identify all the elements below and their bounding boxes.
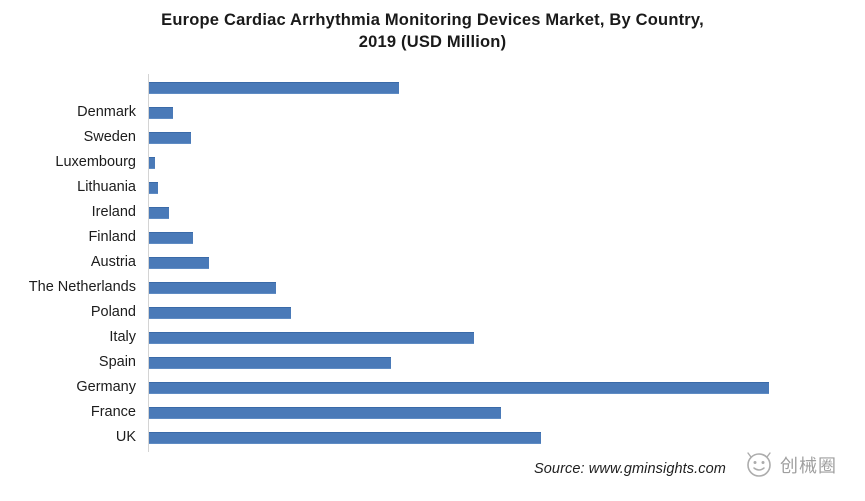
bar[interactable]	[149, 381, 769, 394]
category-label: Germany	[76, 379, 136, 395]
bar-row: Lithuania	[0, 175, 865, 200]
category-label	[0, 75, 136, 100]
category-label: Sweden	[83, 129, 136, 145]
category-label: Finland	[88, 229, 136, 245]
bar[interactable]	[149, 231, 193, 244]
category-label: Ireland	[91, 204, 136, 220]
category-label: Poland	[90, 304, 136, 320]
category-label: Italy	[109, 329, 136, 345]
category-label: UK	[115, 429, 136, 445]
category-label: France	[90, 404, 136, 420]
bar-row: Germany	[0, 375, 865, 400]
bar-row: The Netherlands	[0, 275, 865, 300]
bar-row: Sweden	[0, 125, 865, 150]
bar-row: Spain	[0, 350, 865, 375]
source-note: Source: www.gminsights.com	[534, 461, 726, 477]
bar[interactable]	[149, 356, 391, 369]
bar-wrapper	[149, 125, 191, 150]
category-label: Denmark	[77, 104, 136, 120]
bar-row: Austria	[0, 250, 865, 275]
bar-row: Poland	[0, 300, 865, 325]
bar[interactable]	[149, 181, 158, 194]
watermark: 创械圈	[744, 445, 862, 485]
bar-series: Denmark Sweden Luxembourg Lithuania Ireland F…	[0, 70, 865, 450]
bar-wrapper	[149, 250, 209, 275]
bar-wrapper	[149, 275, 276, 300]
bar-row: UK	[0, 425, 865, 450]
bar-wrapper	[149, 425, 541, 450]
bar-wrapper	[149, 375, 769, 400]
bar-wrapper	[149, 175, 158, 200]
bar-row: France	[0, 400, 865, 425]
chart-title: Europe Cardiac Arrhythmia Monitoring Dev…	[110, 10, 755, 54]
bar[interactable]	[149, 206, 169, 219]
bar[interactable]	[149, 81, 399, 94]
bar-wrapper	[149, 225, 193, 250]
bar-wrapper	[149, 200, 169, 225]
bar-wrapper	[149, 400, 501, 425]
bar[interactable]	[149, 281, 276, 294]
bar-row: Ireland	[0, 200, 865, 225]
bar-row: Denmark	[0, 100, 865, 125]
bar[interactable]	[149, 306, 291, 319]
bar[interactable]	[149, 406, 501, 419]
bar-wrapper	[149, 350, 391, 375]
bar-row	[0, 75, 865, 100]
bar[interactable]	[149, 331, 474, 344]
bar-row: Finland	[0, 225, 865, 250]
bar[interactable]	[149, 106, 173, 119]
watermark-text: 创械圈	[780, 456, 837, 477]
bar[interactable]	[149, 256, 209, 269]
bar-wrapper	[149, 325, 474, 350]
chart-title-line-1: Europe Cardiac Arrhythmia Monitoring Dev…	[161, 11, 704, 29]
category-label: Spain	[98, 354, 136, 370]
bar-wrapper	[149, 300, 291, 325]
bar-row: Luxembourg	[0, 150, 865, 175]
chart-title-line-2: 2019 (USD Million)	[358, 32, 507, 51]
bar-wrapper	[149, 100, 173, 125]
plot-area: Denmark Sweden Luxembourg Lithuania Ireland F…	[0, 70, 865, 452]
bar-wrapper	[149, 150, 155, 175]
bar[interactable]	[149, 131, 191, 144]
chart-container: Europe Cardiac Arrhythmia Monitoring Dev…	[0, 0, 865, 501]
category-label: The Netherlands	[28, 279, 136, 295]
category-label: Austria	[90, 254, 136, 270]
category-label: Lithuania	[77, 179, 136, 195]
bar-row: Italy	[0, 325, 865, 350]
bar-wrapper	[149, 75, 399, 100]
bar[interactable]	[149, 431, 541, 444]
category-label: Luxembourg	[55, 154, 136, 170]
bar[interactable]	[149, 156, 155, 169]
smiley-circle-icon	[744, 450, 774, 480]
